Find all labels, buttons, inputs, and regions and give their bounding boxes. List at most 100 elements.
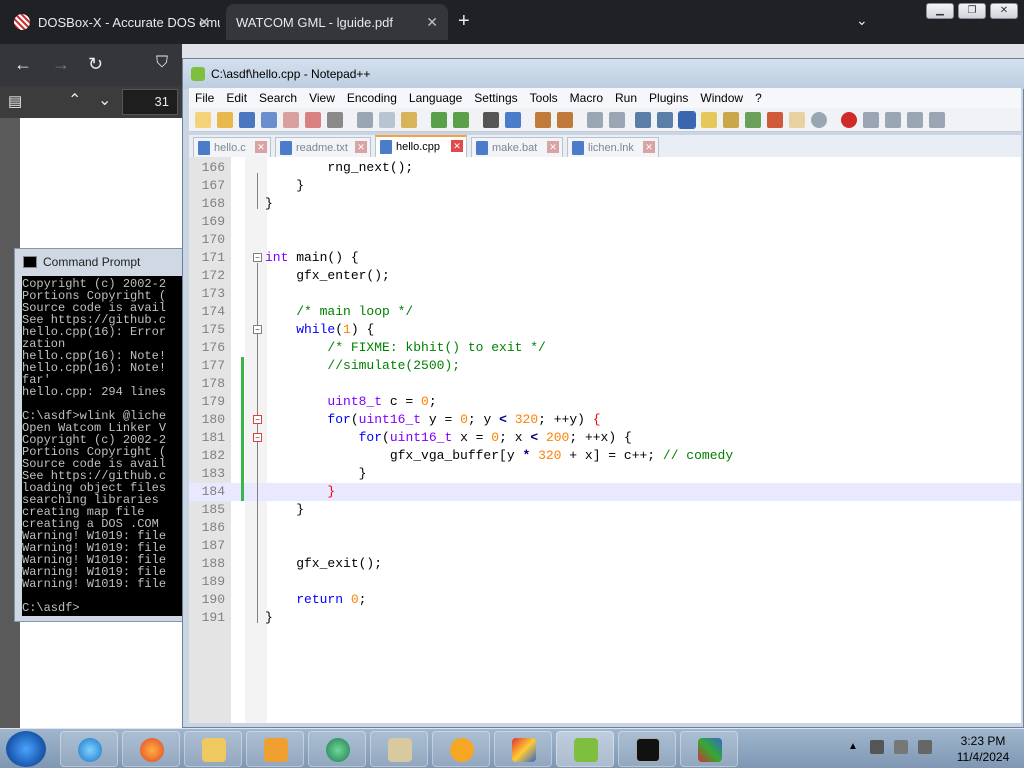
code-line[interactable]: 176 /* FIXME: kbhit() to exit */ bbox=[189, 339, 1021, 357]
code-line[interactable]: 178 bbox=[189, 375, 1021, 393]
folder-icon[interactable] bbox=[789, 112, 805, 128]
play-macro-icon[interactable] bbox=[885, 112, 901, 128]
code-line[interactable]: 170 bbox=[189, 231, 1021, 249]
record-macro-icon[interactable] bbox=[841, 112, 857, 128]
code-line[interactable]: 187 bbox=[189, 537, 1021, 555]
indent-guide-icon[interactable] bbox=[678, 111, 696, 129]
browser-tab-dosbox[interactable]: DOSBox-X - Accurate DOS emu ✕ bbox=[4, 4, 220, 40]
doc-map-icon[interactable] bbox=[723, 112, 739, 128]
taskbar-paint-button[interactable] bbox=[370, 731, 428, 767]
run-macro-multiple-icon[interactable] bbox=[907, 112, 923, 128]
browser-tab-watcom[interactable]: WATCOM GML - lguide.pdf ✕ bbox=[226, 4, 448, 40]
taskbar-notepadpp-button[interactable] bbox=[556, 731, 614, 767]
action-center-flag-icon[interactable] bbox=[918, 740, 932, 754]
code-line[interactable]: 190 return 0; bbox=[189, 591, 1021, 609]
close-tab-icon[interactable]: ✕ bbox=[547, 141, 559, 153]
reload-icon[interactable]: ↻ bbox=[88, 54, 103, 75]
paste-icon[interactable] bbox=[401, 112, 417, 128]
close-window-button[interactable]: ✕ bbox=[990, 3, 1018, 19]
sync-h-icon[interactable] bbox=[609, 112, 625, 128]
menu-item-run[interactable]: Run bbox=[609, 91, 643, 105]
new-file-icon[interactable] bbox=[195, 112, 211, 128]
code-editor[interactable]: 166 rng_next(); 167 } 168} 169 170 171 int mai… bbox=[189, 157, 1021, 723]
stop-macro-icon[interactable] bbox=[863, 112, 879, 128]
close-tab-icon[interactable]: ✕ bbox=[355, 141, 367, 153]
page-number-input[interactable]: 31 bbox=[122, 89, 178, 115]
command-prompt-window[interactable]: Command Prompt Copyright (c) 2002-2 Porti… bbox=[14, 248, 185, 622]
folder-workspace-icon[interactable] bbox=[767, 112, 783, 128]
zoom-out-icon[interactable] bbox=[557, 112, 573, 128]
code-line[interactable]: 182 gfx_vga_buffer[y * 320 + x] = c++; /… bbox=[189, 447, 1021, 465]
menu-item-edit[interactable]: Edit bbox=[220, 91, 253, 105]
code-line[interactable]: 183 } bbox=[189, 465, 1021, 483]
taskbar-dosbox-button[interactable] bbox=[680, 731, 738, 767]
close-tab-icon[interactable]: ✕ bbox=[451, 140, 463, 152]
menu-item-language[interactable]: Language bbox=[403, 91, 468, 105]
zoom-in-icon[interactable] bbox=[535, 112, 551, 128]
print-icon[interactable] bbox=[327, 112, 343, 128]
npp-title-bar[interactable]: C:\asdf\hello.cpp - Notepad++ bbox=[183, 59, 1024, 89]
replace-icon[interactable] bbox=[505, 112, 521, 128]
fold-toggle-icon[interactable]: − bbox=[253, 325, 262, 334]
network-icon[interactable] bbox=[870, 740, 884, 754]
save-all-icon[interactable] bbox=[261, 112, 277, 128]
taskbar-cmd-button[interactable] bbox=[618, 731, 676, 767]
show-hidden-icons-icon[interactable]: ▲ bbox=[848, 741, 858, 752]
close-tab-icon[interactable]: ✕ bbox=[643, 141, 655, 153]
code-line[interactable]: 168} bbox=[189, 195, 1021, 213]
menu-item-macro[interactable]: Macro bbox=[564, 91, 609, 105]
redo-icon[interactable] bbox=[453, 112, 469, 128]
show-all-chars-icon[interactable] bbox=[657, 112, 673, 128]
taskbar-media-player-button[interactable] bbox=[246, 731, 304, 767]
menu-item-view[interactable]: View bbox=[303, 91, 341, 105]
clock[interactable]: 3:23 PM 11/4/2024 bbox=[948, 733, 1018, 765]
code-line[interactable]: 175 while(1) { bbox=[189, 321, 1021, 339]
taskbar-scratch-button[interactable] bbox=[432, 731, 490, 767]
function-list-icon[interactable] bbox=[745, 112, 761, 128]
taskbar-ie-button[interactable] bbox=[60, 731, 118, 767]
start-button[interactable] bbox=[6, 731, 46, 767]
fold-toggle-icon[interactable]: − bbox=[253, 253, 262, 262]
open-file-icon[interactable] bbox=[217, 112, 233, 128]
code-line[interactable]: 184 } bbox=[189, 483, 1021, 501]
word-wrap-icon[interactable] bbox=[635, 112, 651, 128]
code-line[interactable]: 174 /* main loop */ bbox=[189, 303, 1021, 321]
menu-item-file[interactable]: File bbox=[189, 91, 220, 105]
file-tab[interactable]: make.bat ✕ bbox=[471, 137, 563, 157]
notepadpp-window[interactable]: C:\asdf\hello.cpp - Notepad++ File Edit Se… bbox=[182, 58, 1024, 728]
udl-icon[interactable] bbox=[701, 112, 717, 128]
taskbar-app-button[interactable] bbox=[494, 731, 552, 767]
chevron-down-icon[interactable]: ⌄ bbox=[856, 12, 868, 29]
file-tab[interactable]: lichen.lnk ✕ bbox=[567, 137, 659, 157]
minimize-button[interactable]: ▁ bbox=[926, 3, 954, 19]
code-line[interactable]: 166 rng_next(); bbox=[189, 159, 1021, 177]
monitoring-icon[interactable] bbox=[811, 112, 827, 128]
code-line[interactable]: 179 uint8_t c = 0; bbox=[189, 393, 1021, 411]
sync-v-icon[interactable] bbox=[587, 112, 603, 128]
close-file-icon[interactable] bbox=[283, 112, 299, 128]
cmd-console-output[interactable]: Copyright (c) 2002-2 Portions Copyright (… bbox=[22, 276, 185, 616]
code-line[interactable]: 169 bbox=[189, 213, 1021, 231]
menu-item-plugins[interactable]: Plugins bbox=[643, 91, 694, 105]
file-tab[interactable]: readme.txt ✕ bbox=[275, 137, 371, 157]
close-tab-icon[interactable]: ✕ bbox=[198, 14, 210, 31]
menu-item-search[interactable]: Search bbox=[253, 91, 303, 105]
fold-toggle-icon[interactable]: − bbox=[253, 415, 262, 424]
code-line[interactable]: 177 //simulate(2500); bbox=[189, 357, 1021, 375]
code-line[interactable]: 185 } bbox=[189, 501, 1021, 519]
save-icon[interactable] bbox=[239, 112, 255, 128]
menu-item-[interactable]: ? bbox=[749, 91, 768, 105]
taskbar-explorer-button[interactable] bbox=[184, 731, 242, 767]
save-macro-icon[interactable] bbox=[929, 112, 945, 128]
menu-item-tools[interactable]: Tools bbox=[524, 91, 564, 105]
close-tab-icon[interactable]: ✕ bbox=[255, 141, 267, 153]
new-tab-icon[interactable]: + bbox=[458, 10, 470, 33]
menu-item-window[interactable]: Window bbox=[694, 91, 749, 105]
close-all-icon[interactable] bbox=[305, 112, 321, 128]
fold-toggle-icon[interactable]: − bbox=[253, 433, 262, 442]
code-line[interactable]: 186 bbox=[189, 519, 1021, 537]
cmd-title-bar[interactable]: Command Prompt bbox=[15, 249, 183, 275]
next-page-icon[interactable]: ⌄ bbox=[98, 90, 111, 110]
volume-muted-icon[interactable] bbox=[894, 740, 908, 754]
code-line[interactable]: 167 } bbox=[189, 177, 1021, 195]
